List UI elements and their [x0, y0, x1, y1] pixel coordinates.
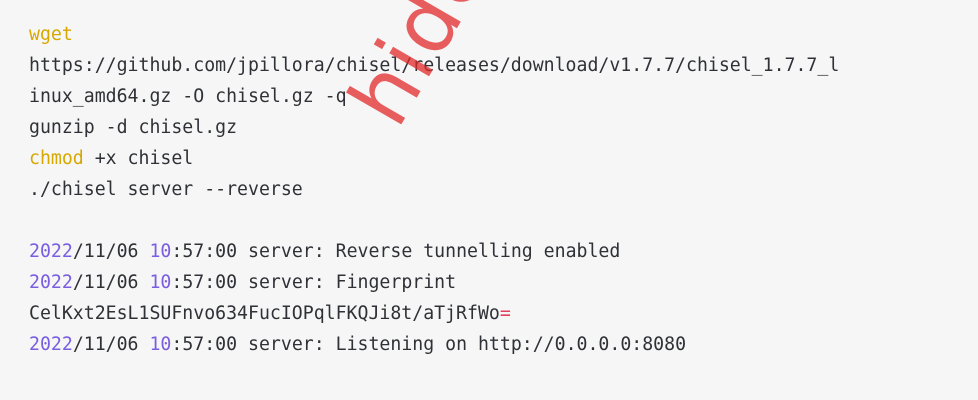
gunzip-text: gunzip -d chisel.gz — [29, 117, 238, 138]
url-text: https://github.com/jpillora/chisel/relea… — [29, 55, 840, 76]
code-line: chmod +x chisel — [29, 143, 978, 174]
chmod-args: +x chisel — [83, 148, 194, 169]
log-date: /11/06 — [72, 334, 150, 355]
code-line: gunzip -d chisel.gz — [29, 112, 978, 143]
url-continuation-text: inux_amd64.gz -O chisel.gz -q — [29, 86, 347, 107]
log-date: /11/06 — [72, 272, 150, 293]
keyword-chmod: chmod — [29, 148, 84, 169]
fingerprint-line: CelKxt2EsL1SUFnvo634FucIOPqlFKQJi8t/aTjR… — [29, 298, 978, 329]
server-command-text: ./chisel server --reverse — [29, 179, 303, 200]
log-year: 2022 — [29, 241, 73, 262]
log-message: :57:00 server: Reverse tunnelling enable… — [171, 241, 621, 262]
log-hour: 10 — [149, 272, 172, 293]
code-line: https://github.com/jpillora/chisel/relea… — [29, 50, 978, 81]
log-message: :57:00 server: Fingerprint — [171, 272, 457, 293]
log-message: :57:00 server: Listening on http://0.0.0… — [171, 334, 687, 355]
log-year: 2022 — [29, 272, 73, 293]
code-line: wget — [29, 19, 978, 50]
fingerprint-value: CelKxt2EsL1SUFnvo634FucIOPqlFKQJi8t/aTjR… — [29, 303, 500, 324]
log-line: 2022/11/06 10:57:00 server: Reverse tunn… — [29, 236, 978, 267]
code-block[interactable]: wget https://github.com/jpillora/chisel/… — [0, 0, 978, 400]
code-line: inux_amd64.gz -O chisel.gz -q — [29, 81, 978, 112]
log-hour: 10 — [149, 334, 172, 355]
keyword-wget: wget — [29, 24, 73, 45]
log-hour: 10 — [149, 241, 172, 262]
log-date: /11/06 — [72, 241, 150, 262]
log-line: 2022/11/06 10:57:00 server: Listening on… — [29, 329, 978, 360]
fingerprint-equals: = — [499, 303, 511, 324]
log-line: 2022/11/06 10:57:00 server: Fingerprint — [29, 267, 978, 298]
log-year: 2022 — [29, 334, 73, 355]
code-line: ./chisel server --reverse — [29, 174, 978, 205]
